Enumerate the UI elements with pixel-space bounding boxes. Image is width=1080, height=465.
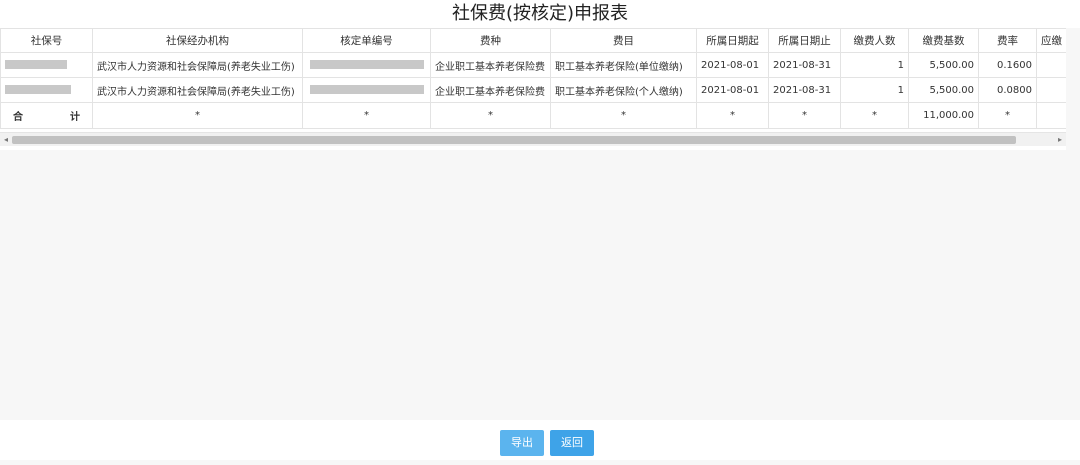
total-label-left: 合 — [13, 112, 23, 123]
total-base-cell: 11,000.00 — [908, 102, 979, 129]
social-id-cell — [0, 52, 93, 78]
total-row: 合 计 * * * * * * * 11,000.00 * 1, — [0, 102, 1066, 129]
date-end-cell: 2021-08-31 — [768, 52, 841, 78]
total-label-right: 计 — [70, 112, 80, 123]
base-cell: 5,500.00 — [908, 77, 979, 103]
approval-no-cell — [302, 77, 431, 103]
col-header-headcount: 缴费人数 — [840, 28, 909, 53]
social-id-cell — [0, 77, 93, 103]
table-row[interactable]: 武汉市人力资源和社会保障局(养老失业工伤) 企业职工基本养老保险费 职工基本养老… — [0, 52, 1066, 78]
col-header-agency: 社保经办机构 — [92, 28, 303, 53]
total-star-cell: * — [92, 102, 303, 129]
table-header-row: 社保号 社保经办机构 核定单编号 费种 费目 所属日期起 所属日期止 缴费人数 … — [0, 28, 1066, 53]
fee-type-cell: 企业职工基本养老保险费 — [430, 77, 551, 103]
total-star-cell: * — [696, 102, 769, 129]
col-header-fee-type: 费种 — [430, 28, 551, 53]
footer-bar: 导出 返回 — [0, 420, 1080, 460]
date-start-cell: 2021-08-01 — [696, 52, 769, 78]
agency-cell: 武汉市人力资源和社会保障局(养老失业工伤) — [92, 52, 303, 78]
redacted-mask — [5, 85, 71, 94]
amount-cell — [1036, 77, 1066, 103]
page-title: 社保费(按核定)申报表 — [0, 0, 1080, 28]
scroll-left-icon[interactable]: ◂ — [0, 133, 12, 147]
total-star-cell: * — [550, 102, 697, 129]
base-cell: 5,500.00 — [908, 52, 979, 78]
col-header-date-end: 所属日期止 — [768, 28, 841, 53]
scrollbar-thumb[interactable] — [12, 136, 1016, 144]
date-start-cell: 2021-08-01 — [696, 77, 769, 103]
date-end-cell: 2021-08-31 — [768, 77, 841, 103]
col-header-amount: 应缴 — [1036, 28, 1066, 53]
total-star-cell: * — [768, 102, 841, 129]
col-header-date-start: 所属日期起 — [696, 28, 769, 53]
back-button[interactable]: 返回 — [550, 430, 594, 456]
headcount-cell: 1 — [840, 52, 909, 78]
total-star-cell: * — [302, 102, 431, 129]
redacted-mask — [309, 60, 424, 69]
redacted-mask — [5, 60, 67, 69]
col-header-base: 缴费基数 — [908, 28, 979, 53]
agency-cell: 武汉市人力资源和社会保障局(养老失业工伤) — [92, 77, 303, 103]
scroll-right-icon[interactable]: ▸ — [1054, 133, 1066, 147]
rate-cell: 0.0800 — [978, 77, 1037, 103]
col-header-rate: 费率 — [978, 28, 1037, 53]
rate-cell: 0.1600 — [978, 52, 1037, 78]
approval-no-cell — [302, 52, 431, 78]
total-amount-cell: 1, — [1036, 102, 1066, 129]
col-header-fee-item: 费目 — [550, 28, 697, 53]
fee-item-cell: 职工基本养老保险(个人缴纳) — [550, 77, 697, 103]
export-button[interactable]: 导出 — [500, 430, 544, 456]
total-star-cell: * — [430, 102, 551, 129]
fee-type-cell: 企业职工基本养老保险费 — [430, 52, 551, 78]
redacted-mask — [309, 85, 424, 94]
table-row[interactable]: 武汉市人力资源和社会保障局(养老失业工伤) 企业职工基本养老保险费 职工基本养老… — [0, 77, 1066, 103]
col-header-approval-no: 核定单编号 — [302, 28, 431, 53]
total-label-cell: 合 计 — [0, 102, 93, 129]
horizontal-scrollbar[interactable]: ◂ ▸ — [0, 132, 1066, 146]
amount-cell — [1036, 52, 1066, 78]
total-star-cell: * — [978, 102, 1037, 129]
col-header-social-id: 社保号 — [0, 28, 93, 53]
total-star-cell: * — [840, 102, 909, 129]
fee-item-cell: 职工基本养老保险(单位缴纳) — [550, 52, 697, 78]
declaration-table: 社保号 社保经办机构 核定单编号 费种 费目 所属日期起 所属日期止 缴费人数 … — [0, 28, 1066, 129]
headcount-cell: 1 — [840, 77, 909, 103]
